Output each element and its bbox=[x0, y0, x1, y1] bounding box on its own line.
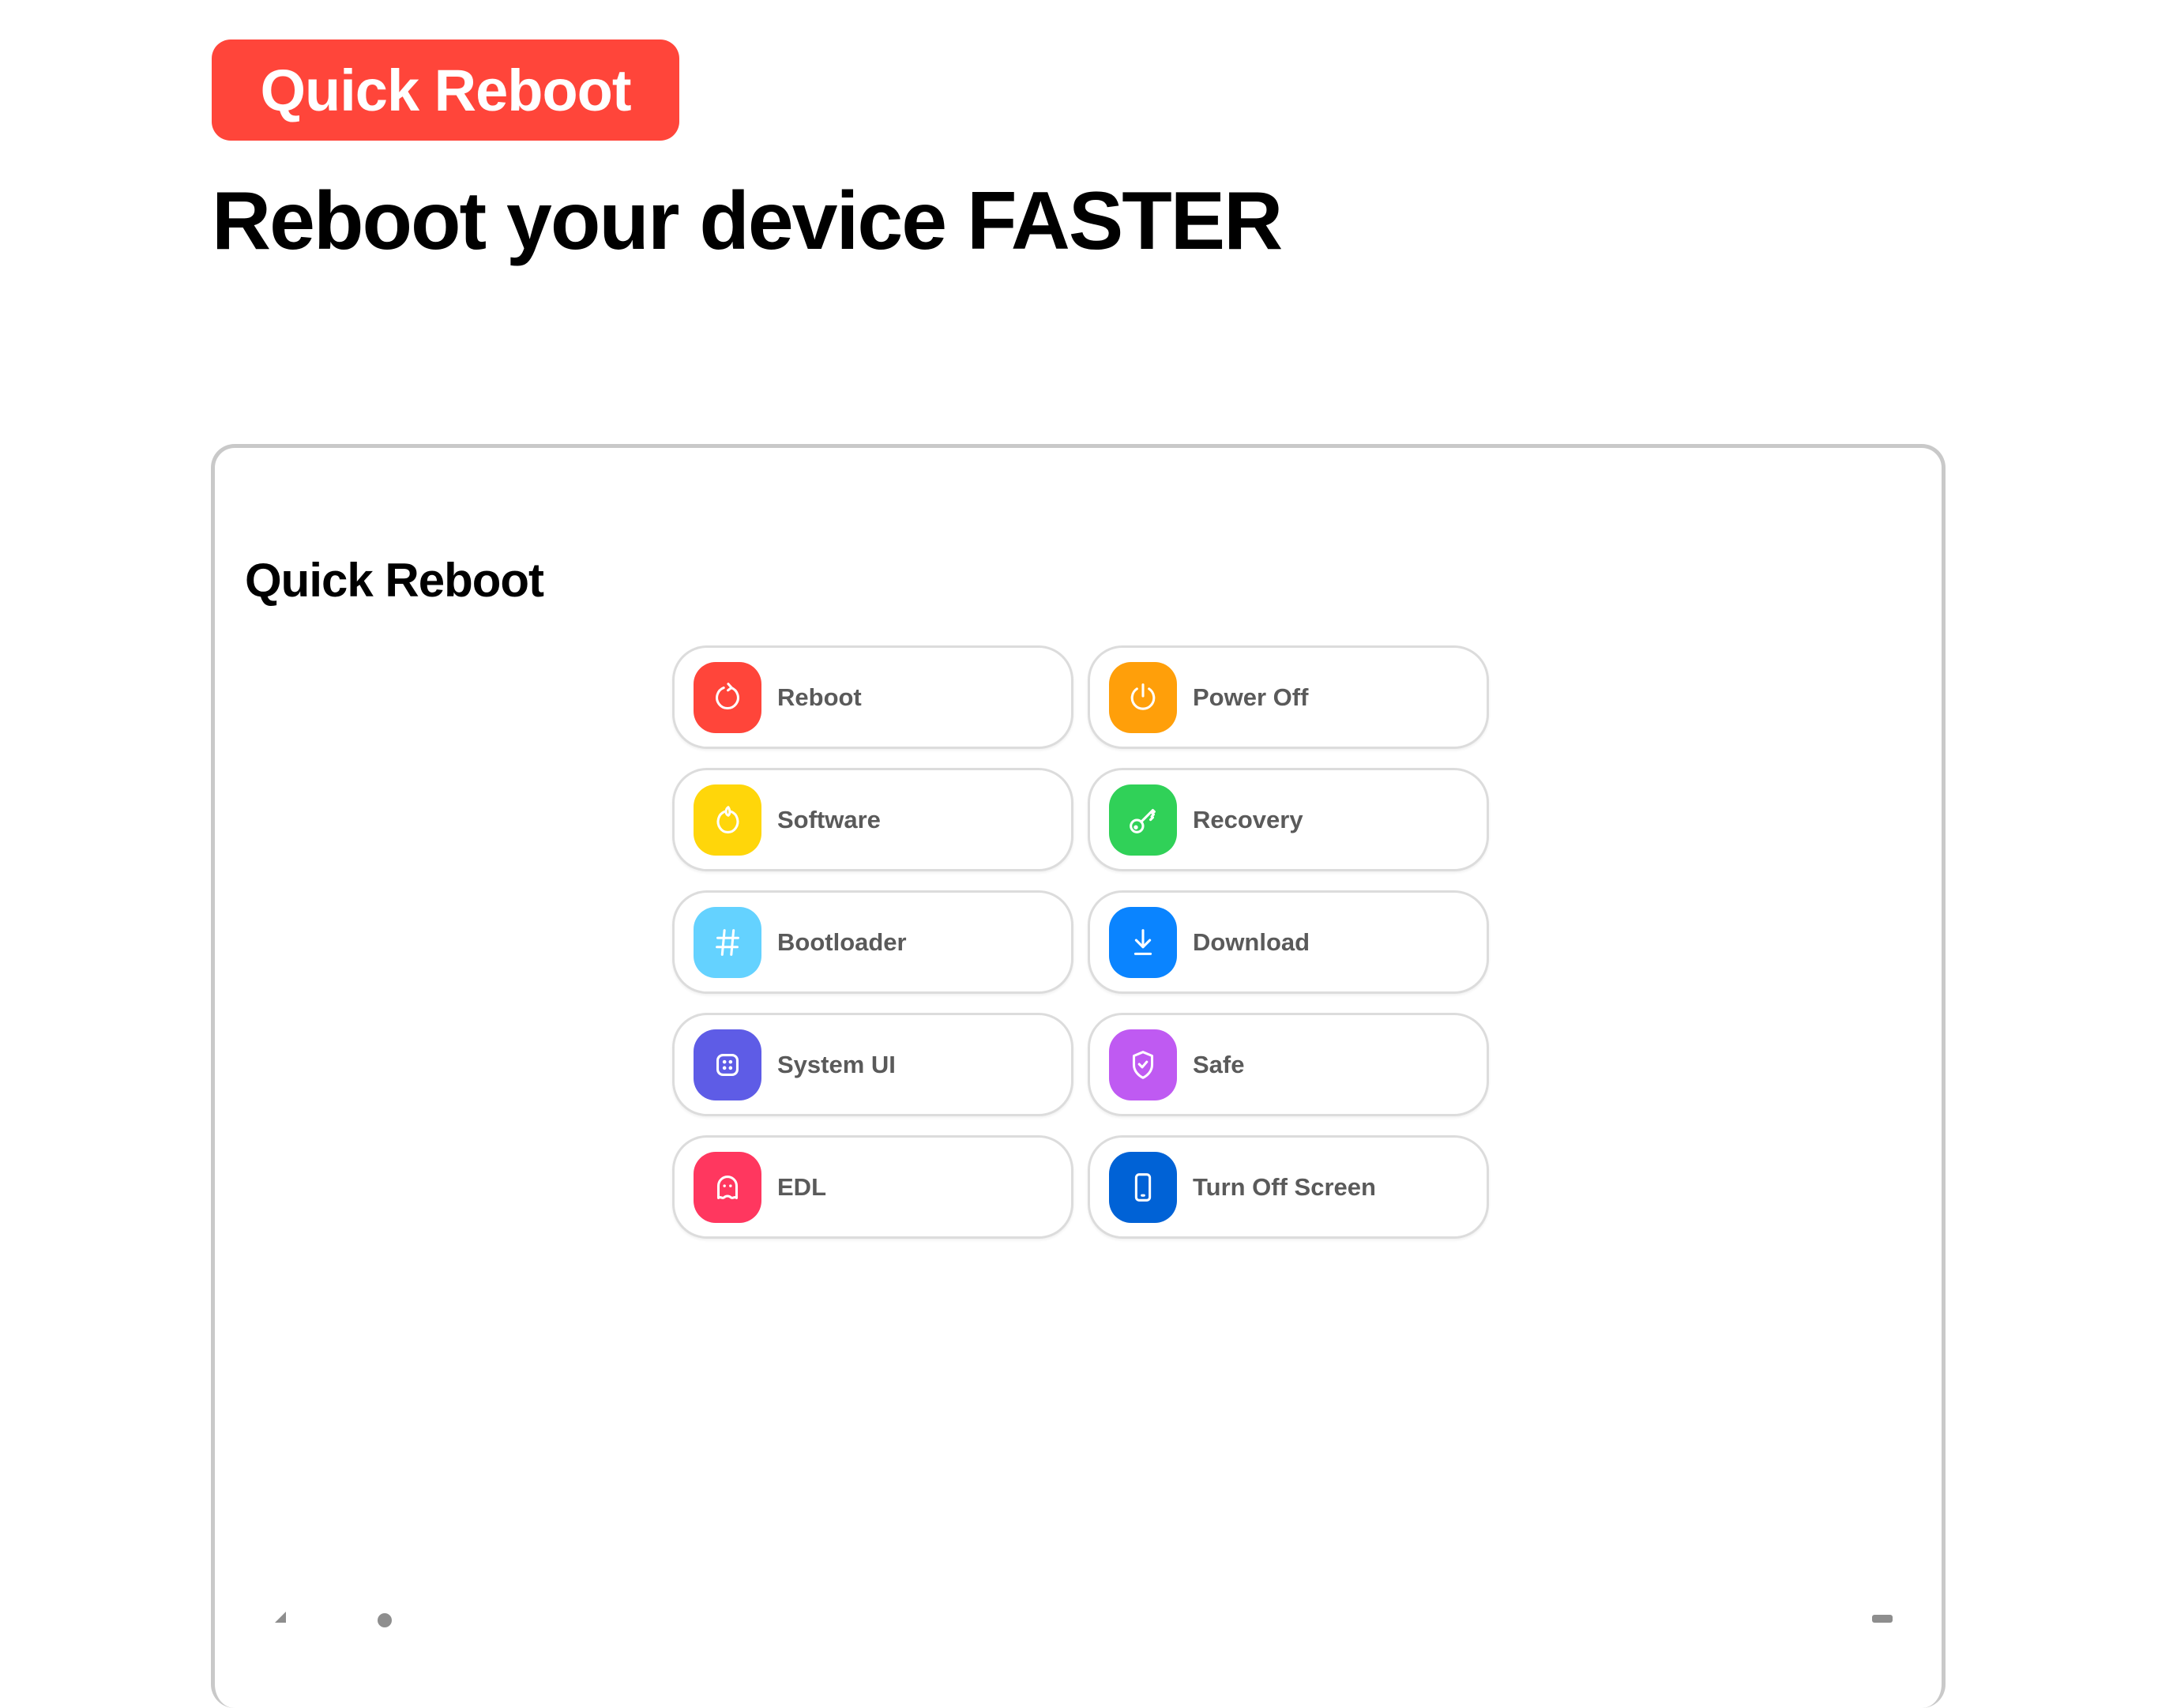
option-label: Safe bbox=[1193, 1050, 1245, 1078]
option-label: Reboot bbox=[777, 683, 862, 711]
reboot-icon bbox=[694, 661, 761, 733]
download-icon bbox=[1109, 906, 1177, 978]
option-label: Download bbox=[1193, 927, 1310, 956]
option-safe[interactable]: Safe bbox=[1088, 1013, 1489, 1116]
option-label: Power Off bbox=[1193, 683, 1309, 711]
app-badge: Quick Reboot bbox=[212, 40, 679, 141]
option-label: EDL bbox=[777, 1172, 826, 1201]
option-label: Bootloader bbox=[777, 927, 907, 956]
phone-icon bbox=[1109, 1151, 1177, 1223]
ghost-icon bbox=[694, 1151, 761, 1223]
option-label: Turn Off Screen bbox=[1193, 1172, 1376, 1201]
option-turn-off-screen[interactable]: Turn Off Screen bbox=[1088, 1135, 1489, 1239]
option-system-ui[interactable]: System UI bbox=[672, 1013, 1073, 1116]
app-title: Quick Reboot bbox=[245, 554, 544, 607]
option-bootloader[interactable]: Bootloader bbox=[672, 890, 1073, 994]
option-download[interactable]: Download bbox=[1088, 890, 1489, 994]
power-icon bbox=[1109, 661, 1177, 733]
nav-recents-icon[interactable] bbox=[1872, 1615, 1893, 1623]
headline: Reboot your device FASTER bbox=[212, 175, 1283, 267]
option-software[interactable]: Software bbox=[672, 768, 1073, 871]
nav-home-icon[interactable] bbox=[378, 1613, 392, 1627]
option-power-off[interactable]: Power Off bbox=[1088, 645, 1489, 749]
hash-icon bbox=[694, 906, 761, 978]
shield-check-icon bbox=[1109, 1029, 1177, 1100]
option-edl[interactable]: EDL bbox=[672, 1135, 1073, 1239]
option-label: System UI bbox=[777, 1050, 896, 1078]
option-label: Software bbox=[777, 805, 881, 833]
badge-label: Quick Reboot bbox=[260, 57, 631, 123]
system-ui-icon bbox=[694, 1029, 761, 1100]
option-label: Recovery bbox=[1193, 805, 1303, 833]
option-reboot[interactable]: Reboot bbox=[672, 645, 1073, 749]
option-recovery[interactable]: Recovery bbox=[1088, 768, 1489, 871]
software-restart-icon bbox=[694, 784, 761, 856]
reboot-options-grid: Reboot Power Off Software Recovery Bootl… bbox=[672, 645, 1489, 1239]
key-icon bbox=[1109, 784, 1177, 856]
